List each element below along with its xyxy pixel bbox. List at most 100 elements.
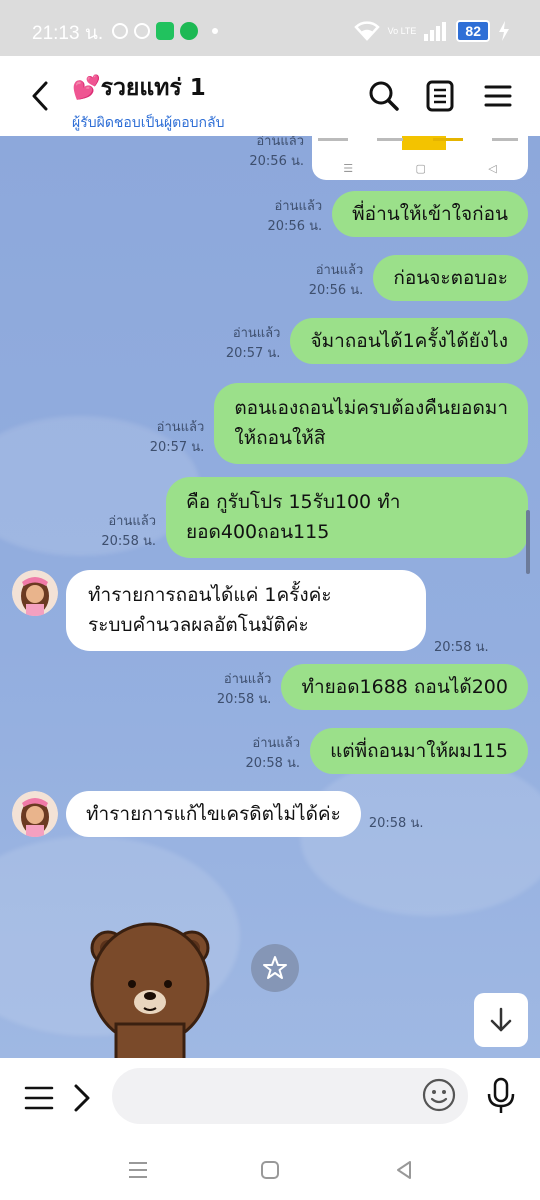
outgoing-message: อ่านแล้ว 20:58 น. แต่พี่ถอนมาให้ผม115 (245, 728, 528, 775)
search-button[interactable] (366, 78, 402, 114)
outgoing-message: อ่านแล้ว 20:58 น. ทำยอด1688 ถอนได้200 (217, 664, 528, 711)
chat-area[interactable]: ☰ ▢ ◁ อ่านแล้ว 20:56 น. อ่านแล้ว 20:56 น. … (0, 136, 540, 1058)
read-status: อ่านแล้ว (315, 263, 364, 279)
message-bubble[interactable]: จัมาถอนได้1ครั้งได้ยังไง (290, 318, 528, 365)
back-triangle-icon (397, 1161, 411, 1179)
message-time: 20:58 น. (434, 639, 489, 655)
brown-bear-sticker-image (90, 922, 210, 1058)
read-status: อ่านแล้ว (108, 513, 156, 529)
bear-sticker[interactable] (88, 914, 212, 1058)
image-nav-icon: ◁ (488, 161, 497, 175)
message-meta: อ่านแล้ว 20:58 น. (217, 670, 272, 710)
message-line: ยอด400ถอน115 (186, 521, 330, 544)
system-nav-bar (0, 1138, 540, 1200)
status-time: 21:13 น. (32, 23, 104, 44)
read-status: อ่านแล้ว (252, 736, 301, 752)
incoming-message: ทำรายการแก้ไขเครดิตไม่ได้ค่ะ 20:58 น. (12, 791, 423, 838)
message-line: คือ กูรับโปร 15รับ100 ทำ (186, 491, 401, 513)
read-status: อ่านแล้ว (232, 326, 281, 342)
more-notifications-icon (212, 28, 218, 34)
message-bubble[interactable]: ทำรายการแก้ไขเครดิตไม่ได้ค่ะ (66, 791, 361, 838)
message-bubble[interactable]: แต่พี่ถอนมาให้ผม115 (310, 728, 528, 775)
chevron-right-icon (74, 1084, 90, 1112)
image-nav-icon: ▢ (415, 161, 426, 175)
back-nav-button[interactable] (388, 1154, 420, 1186)
home-button[interactable] (254, 1154, 286, 1186)
message-time: 20:56 น. (249, 154, 304, 170)
message-input[interactable] (112, 1068, 468, 1124)
message-time: 20:57 น. (149, 439, 205, 455)
image-nav-bar: ☰ ▢ ◁ (312, 158, 528, 178)
emoji-icon (422, 1078, 456, 1112)
message-line: ตอนเองถอนไม่ครบต้องคืนยอดมา (234, 397, 508, 419)
message-bubble[interactable]: คือ กูรับโปร 15รับ100 ทำ ยอด400ถอน115 (166, 477, 528, 558)
message-bubble[interactable]: พี่อ่านให้เข้าใจก่อน (332, 191, 528, 238)
chat-title: 💕รวยแทร่ 1 (72, 75, 206, 101)
recent-apps-button[interactable] (122, 1154, 154, 1186)
message-meta: อ่านแล้ว 20:56 น. (268, 197, 323, 237)
signal-icon (424, 22, 447, 41)
read-status: อ่านแล้ว (223, 672, 272, 688)
messenger-icon (112, 23, 128, 39)
message-time: 20:56 น. (308, 283, 364, 299)
expand-button[interactable] (70, 1078, 94, 1118)
status-right: Vo LTE 82 (353, 20, 510, 42)
message-line: ทำรายการถอนได้แค่ 1ครั้งค่ะ (88, 584, 332, 606)
outgoing-message: อ่านแล้ว 20:56 น. พี่อ่านให้เข้าใจก่อน (268, 191, 528, 238)
message-meta: อ่านแล้ว 20:58 น. (101, 512, 156, 552)
input-bar (0, 1058, 540, 1138)
scroll-down-button[interactable] (474, 993, 528, 1047)
star-icon (263, 956, 287, 979)
message-bubble[interactable]: ตอนเองถอนไม่ครบต้องคืนยอดมา ให้ถอนให้สิ (214, 383, 528, 464)
message-bubble[interactable]: ทำรายการถอนได้แค่ 1ครั้งค่ะ ระบบคำนวลผลอ… (66, 570, 426, 651)
message-time: 20:58 น. (245, 756, 301, 772)
emoji-button[interactable] (422, 1078, 456, 1112)
image-detail (318, 138, 518, 144)
input-menu-button[interactable] (22, 1078, 56, 1118)
message-time: 20:57 น. (225, 346, 281, 362)
incoming-message: ทำรายการถอนได้แค่ 1ครั้งค่ะ ระบบคำนวลผลอ… (12, 570, 489, 655)
outgoing-message: อ่านแล้ว 20:56 น. ก่อนจะตอบอะ (308, 255, 528, 302)
status-bar: 21:13 น. Vo LTE 82 (0, 0, 540, 56)
read-status: อ่านแล้ว (156, 419, 205, 435)
read-status: อ่านแล้ว (274, 199, 323, 215)
charging-icon (499, 21, 509, 41)
read-status: อ่านแล้ว (256, 136, 304, 149)
arrow-down-icon (490, 1007, 512, 1032)
avatar[interactable] (12, 791, 58, 837)
microphone-icon (487, 1077, 515, 1113)
hamburger-icon (24, 1086, 54, 1110)
back-button[interactable] (22, 76, 58, 116)
image-nav-icon: ☰ (343, 161, 354, 175)
wifi-icon (353, 21, 380, 41)
avatar-image (12, 570, 58, 616)
message-bubble[interactable]: ก่อนจะตอบอะ (373, 255, 528, 302)
message-meta: อ่านแล้ว 20:56 น. (249, 136, 304, 172)
recent-apps-icon (129, 1162, 147, 1178)
scrollbar[interactable] (526, 510, 530, 574)
messenger-icon (134, 23, 150, 39)
outgoing-message: อ่านแล้ว 20:57 น. จัมาถอนได้1ครั้งได้ยัง… (226, 318, 528, 365)
home-icon (261, 1161, 279, 1179)
avatar[interactable] (12, 570, 58, 616)
sticker-favorite-button[interactable] (251, 944, 299, 992)
message-meta: อ่านแล้ว 20:57 น. (150, 418, 205, 458)
chat-title-group[interactable]: 💕รวยแทร่ 1 ผู้รับผิดชอบเป็นผู้ตอบกลับ (72, 70, 224, 134)
message-line: ระบบคำนวลผลอัตโนมัติค่ะ (88, 614, 309, 637)
notes-button[interactable] (422, 78, 458, 114)
outgoing-message: อ่านแล้ว 20:57 น. ตอนเองถอนไม่ครบต้องคืน… (150, 383, 528, 464)
message-time: 20:58 น. (101, 533, 156, 549)
hamburger-icon (484, 85, 512, 107)
battery-level: 82 (456, 20, 490, 42)
message-meta: อ่านแล้ว 20:58 น. (245, 734, 300, 774)
chat-subtitle: ผู้รับผิดชอบเป็นผู้ตอบกลับ (72, 115, 225, 131)
menu-button[interactable] (480, 78, 516, 114)
line-icon (156, 22, 174, 40)
message-bubble[interactable]: ทำยอด1688 ถอนได้200 (281, 664, 528, 711)
spotify-icon (180, 22, 198, 40)
microphone-button[interactable] (484, 1076, 518, 1116)
image-message[interactable]: ☰ ▢ ◁ (312, 136, 528, 180)
avatar-image (12, 791, 58, 837)
notification-icons (112, 22, 218, 40)
message-meta: อ่านแล้ว 20:57 น. (226, 324, 281, 364)
